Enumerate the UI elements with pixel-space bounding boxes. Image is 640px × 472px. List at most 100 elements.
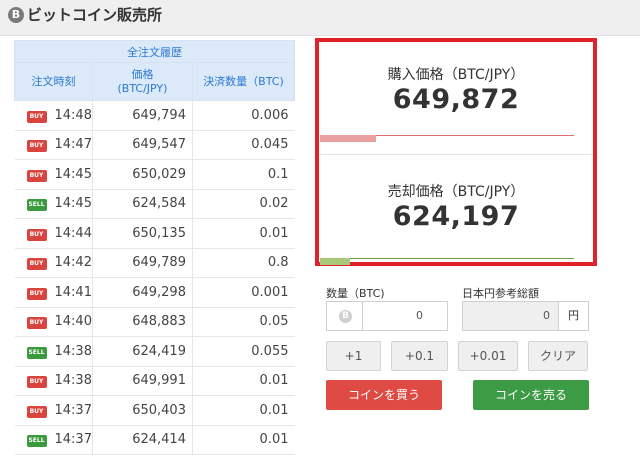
buy-price-panel: 購入価格（BTC/JPY） 649,872	[319, 42, 593, 154]
order-price: 650,029	[91, 159, 193, 190]
order-time-cell: BUY 14:41	[14, 277, 93, 308]
order-price: 650,135	[91, 218, 193, 249]
order-time-cell: SELL 14:37	[14, 425, 93, 455]
order-time: 14:41	[54, 284, 92, 300]
order-price: 624,419	[91, 336, 193, 367]
order-time-cell: BUY 14:38	[14, 366, 93, 396]
order-price: 649,298	[91, 277, 193, 308]
order-time-cell: BUY 14:42	[14, 248, 93, 278]
add-0.1-button[interactable]: +0.1	[391, 341, 448, 371]
sell-price-value: 624,197	[392, 201, 520, 232]
jpy-total-field: 0 円	[462, 301, 589, 331]
table-row: BUY 14:44 650,135 0.01	[14, 218, 295, 249]
order-time-cell: BUY 14:44	[14, 218, 93, 249]
bitcoin-icon: B	[8, 7, 24, 23]
order-time-cell: BUY 14:48	[14, 100, 93, 131]
buy-badge: BUY	[26, 110, 47, 123]
sell-badge: SELL	[26, 435, 47, 448]
order-time: 14:37	[54, 402, 92, 418]
table-row: BUY 14:47 649,547 0.045	[14, 130, 295, 160]
order-amount: 0.01	[192, 395, 295, 426]
sell-price-label: 売却価格（BTC/JPY）	[387, 184, 525, 200]
order-price: 624,584	[91, 189, 193, 219]
buy-badge: BUY	[26, 405, 47, 418]
order-amount: 0.8	[192, 248, 295, 278]
buy-badge: BUY	[26, 169, 47, 182]
table-row: BUY 14:38 649,991 0.01	[14, 366, 295, 396]
quantity-value: 0	[416, 309, 423, 322]
sell-badge: SELL	[26, 346, 47, 359]
order-price: 649,991	[91, 366, 193, 396]
order-history-table: 全注文履歴 注文時刻 価格 (BTC/JPY) 決済数量（BTC) BUY 14:4…	[14, 40, 296, 455]
order-time-cell: BUY 14:47	[14, 130, 93, 160]
sell-price-panel: 売却価格（BTC/JPY） 624,197	[319, 154, 593, 266]
order-amount: 0.055	[192, 336, 295, 367]
page-header: B ビットコイン販売所	[0, 0, 640, 36]
table-row: BUY 14:40 648,883 0.05	[14, 307, 295, 337]
table-row: BUY 14:45 650,029 0.1	[14, 159, 295, 190]
page-title: ビットコイン販売所	[27, 6, 163, 24]
order-amount: 0.01	[192, 366, 295, 396]
order-time: 14:42	[54, 255, 92, 271]
jpy-total-value: 0	[543, 309, 550, 322]
bitcoin-icon: B	[339, 310, 352, 323]
order-amount: 0.05	[192, 307, 295, 337]
buy-badge: BUY	[26, 376, 47, 389]
table-title: 全注文履歴	[14, 40, 295, 63]
order-price: 649,547	[91, 130, 193, 160]
sell-badge: SELL	[26, 199, 47, 212]
column-header-amount: 決済数量（BTC)	[191, 62, 296, 101]
add-0.01-button[interactable]: +0.01	[458, 341, 518, 371]
order-time: 14:44	[54, 225, 92, 241]
table-row: SELL 14:45 624,584 0.02	[14, 189, 295, 219]
table-row: SELL 14:38 624,419 0.055	[14, 336, 295, 367]
order-amount: 0.1	[192, 159, 295, 190]
buy-price-value: 649,872	[392, 84, 520, 115]
sell-coin-button[interactable]: コインを売る	[473, 380, 589, 410]
order-time: 14:48	[54, 107, 92, 123]
order-amount: 0.02	[192, 189, 295, 219]
jpy-unit: 円	[558, 302, 588, 330]
sell-price-bar-fill	[320, 258, 350, 265]
buy-badge: BUY	[26, 140, 47, 153]
buy-price-bar-fill	[320, 135, 376, 142]
order-time: 14:38	[54, 343, 92, 359]
price-highlight-box: 購入価格（BTC/JPY） 649,872 売却価格（BTC/JPY） 624,…	[315, 38, 597, 266]
jpy-total-label: 日本円参考総額	[462, 287, 539, 300]
order-time-cell: BUY 14:45	[14, 159, 93, 190]
order-amount: 0.001	[192, 277, 295, 308]
order-price: 624,414	[91, 425, 193, 455]
buy-coin-button[interactable]: コインを買う	[326, 380, 442, 410]
quantity-icon-box: B	[327, 302, 363, 330]
table-row: BUY 14:37 650,403 0.01	[14, 395, 295, 426]
buy-badge: BUY	[26, 317, 47, 330]
buy-price-label: 購入価格（BTC/JPY）	[387, 67, 525, 83]
buy-badge: BUY	[26, 228, 47, 241]
order-amount: 0.006	[192, 100, 295, 131]
price-col-head-text: 価格 (BTC/JPY)	[117, 67, 168, 95]
order-time-cell: BUY 14:37	[14, 395, 93, 426]
order-price: 648,883	[91, 307, 193, 337]
buy-badge: BUY	[26, 258, 47, 271]
table-row: BUY 14:42 649,789 0.8	[14, 248, 295, 278]
table-row: SELL 14:37 624,414 0.01	[14, 425, 295, 455]
order-time: 14:45	[54, 166, 92, 182]
table-row: BUY 14:48 649,794 0.006	[14, 100, 295, 131]
quantity-label: 数量（BTC)	[326, 287, 385, 300]
order-time: 14:37	[54, 432, 92, 448]
order-price: 649,794	[91, 100, 193, 131]
order-time: 14:40	[54, 314, 92, 330]
column-header-time: 注文時刻	[14, 62, 93, 101]
quantity-input[interactable]: B 0	[326, 301, 448, 331]
clear-button[interactable]: クリア	[528, 341, 588, 371]
table-row: BUY 14:41 649,298 0.001	[14, 277, 295, 308]
order-time-cell: SELL 14:45	[14, 189, 93, 219]
column-header-price: 価格 (BTC/JPY)	[91, 62, 193, 101]
add-1-button[interactable]: +1	[326, 341, 381, 371]
buy-badge: BUY	[26, 287, 47, 300]
order-time-cell: SELL 14:38	[14, 336, 93, 367]
order-time: 14:47	[54, 137, 92, 153]
order-price: 650,403	[91, 395, 193, 426]
order-rows: BUY 14:48 649,794 0.006 BUY 14:47 649,547 0.045…	[14, 100, 295, 455]
order-price: 649,789	[91, 248, 193, 278]
